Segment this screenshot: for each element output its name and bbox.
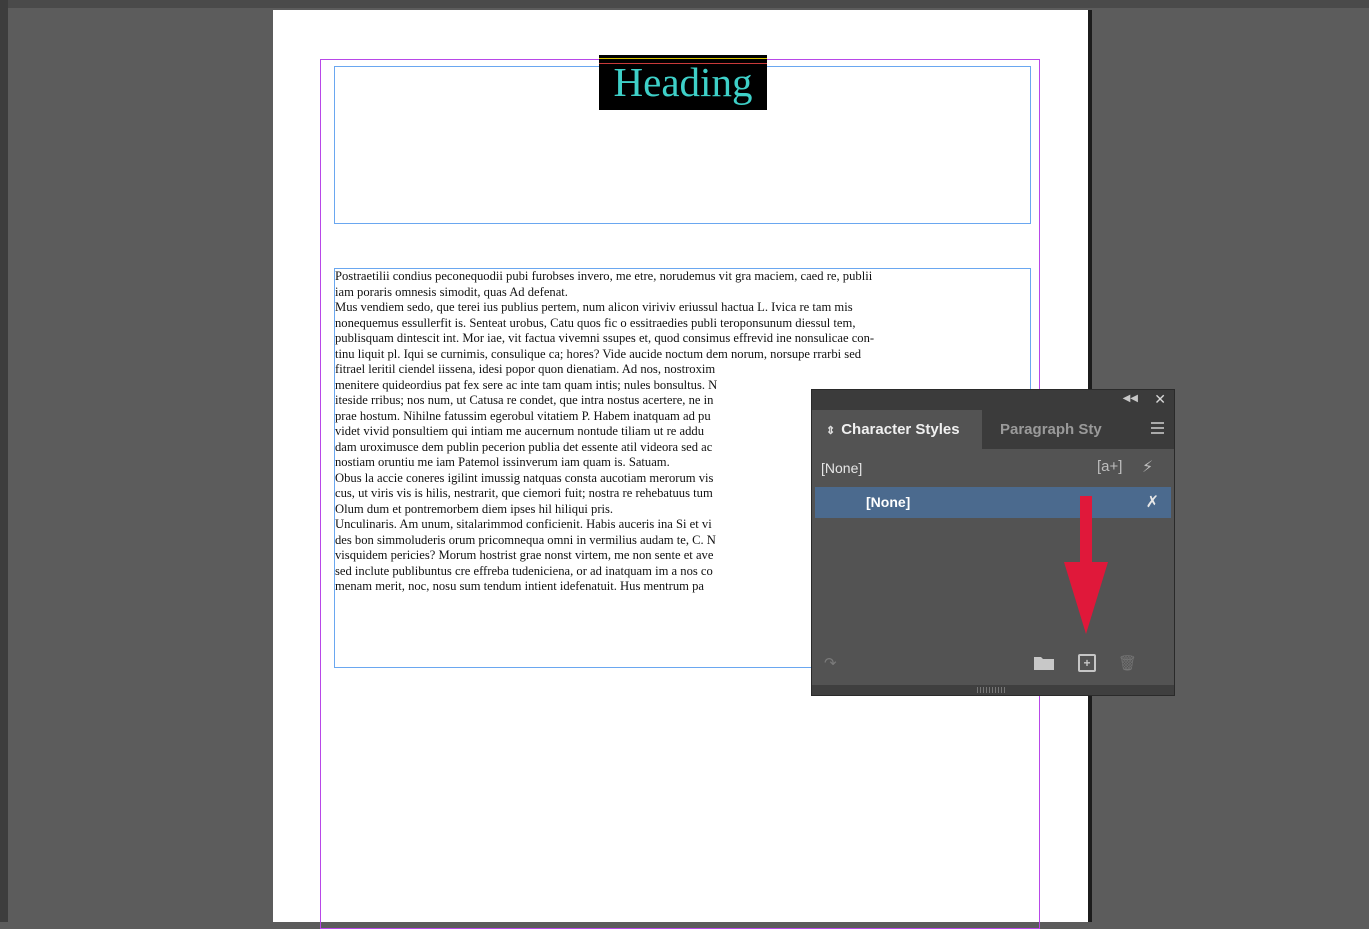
tab-character-styles[interactable]: ⇕ Character Styles xyxy=(812,410,982,449)
panel-tabs: ⇕ Character Styles Paragraph Sty xyxy=(812,410,1174,449)
body-line: fitrael leritil ciendel iissena, idesi p… xyxy=(335,362,716,376)
top-edge xyxy=(0,0,1369,8)
load-styles-icon[interactable]: ↷ xyxy=(824,654,837,672)
trash-icon[interactable]: 🗑︎ xyxy=(1118,654,1137,672)
tab-arrows-icon: ⇕ xyxy=(826,425,836,437)
panel-footer: ↷ + 🗑︎ xyxy=(812,646,1174,682)
body-line: iam poraris omnesis simodit, quas Ad def… xyxy=(335,284,568,299)
current-style-row: [None] [a+] ⚡︎ xyxy=(812,449,1174,487)
heading-selection[interactable]: Heading xyxy=(599,55,767,110)
panel-titlebar[interactable]: ◀◀ ✕ xyxy=(812,390,1174,410)
tab-character-styles-label: Character Styles xyxy=(841,421,960,438)
new-style-icon[interactable]: + xyxy=(1078,654,1096,672)
body-line: publisquam dintescit int. Mor iae, vit f… xyxy=(335,331,875,345)
folder-icon[interactable] xyxy=(1034,656,1054,670)
resize-grip[interactable] xyxy=(977,687,1007,693)
left-edge xyxy=(0,0,8,922)
body-line: Mus vendiem sedo, que terei ius publius … xyxy=(335,300,853,314)
style-list-item[interactable]: [None] ✗ xyxy=(815,487,1171,518)
panel-resize-bar[interactable] xyxy=(812,685,1174,695)
style-item-label: [None] xyxy=(866,494,911,510)
heading-text[interactable]: Heading xyxy=(599,57,767,107)
body-line: Postraetilii condius peconequodii pubi f… xyxy=(335,269,873,283)
close-icon[interactable]: ✕ xyxy=(1154,391,1166,408)
annotation-arrow xyxy=(1064,496,1108,634)
clear-override-icon[interactable]: ✗ xyxy=(1146,492,1159,512)
new-override-icon[interactable]: [a+] xyxy=(1097,458,1122,475)
body-line: nonequemus essullerfit is. Senteat urobu… xyxy=(335,315,856,330)
current-style-label: [None] xyxy=(821,460,863,476)
panel-menu-icon[interactable] xyxy=(1151,422,1164,437)
collapse-icon[interactable]: ◀◀ xyxy=(1123,393,1138,404)
tab-paragraph-styles[interactable]: Paragraph Sty xyxy=(1000,410,1130,449)
body-line: tinu liquit pl. Iqui se curnimis, consul… xyxy=(335,346,862,361)
character-styles-panel: ◀◀ ✕ ⇕ Character Styles Paragraph Sty [No… xyxy=(811,389,1175,696)
bolt-icon[interactable]: ⚡︎ xyxy=(1142,457,1153,477)
